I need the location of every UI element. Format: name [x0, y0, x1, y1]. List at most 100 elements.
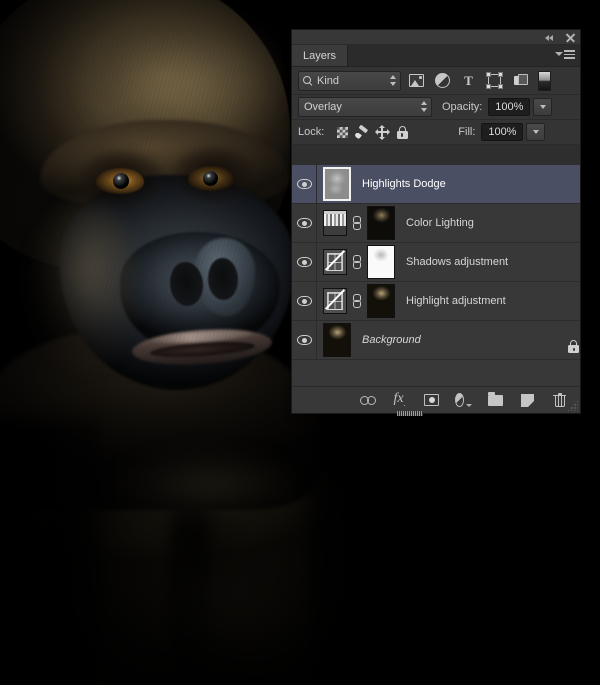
adjustment-thumbnail[interactable] — [323, 210, 347, 236]
link-icon — [359, 395, 376, 405]
delete-layer-button[interactable] — [551, 392, 568, 409]
shape-bounds-icon — [486, 72, 503, 89]
move-arrows-icon — [374, 124, 390, 140]
lock-icon — [396, 125, 408, 139]
fx-icon: fx. — [393, 391, 406, 408]
layer-row-background[interactable]: Background — [292, 321, 580, 360]
panel-titlebar — [292, 30, 580, 45]
layer-name-label[interactable]: Shadows adjustment — [406, 256, 508, 268]
chevron-down-icon — [466, 403, 472, 407]
new-layer-button[interactable] — [519, 392, 536, 409]
layer-mask-thumbnail[interactable] — [367, 206, 395, 240]
filter-adjustment-layers[interactable] — [432, 71, 453, 91]
layer-mask-thumbnail[interactable] — [367, 245, 395, 279]
panel-menu-lines-icon — [564, 50, 575, 61]
new-layer-icon — [521, 393, 534, 407]
layer-name-label[interactable]: Background — [362, 334, 421, 346]
filter-kind-label: Kind — [317, 74, 340, 87]
layer-visibility-toggle[interactable] — [292, 165, 317, 203]
layer-visibility-toggle[interactable] — [292, 282, 317, 320]
adjustment-thumbnail[interactable] — [323, 288, 347, 314]
fill-slider-dropdown[interactable] — [526, 123, 546, 141]
adjustment-thumbnail[interactable] — [323, 249, 347, 275]
opacity-input[interactable]: 100% — [488, 98, 531, 116]
panel-tab-row: Layers — [292, 45, 580, 67]
fill-label: Fill: — [458, 126, 476, 138]
layer-mask-thumbnail[interactable] — [367, 284, 395, 318]
eye-icon — [296, 296, 312, 306]
adjustment-circle-icon — [455, 393, 464, 407]
filter-enable-toggle[interactable] — [538, 70, 551, 91]
eye-icon — [296, 335, 312, 345]
filter-pixel-layers[interactable] — [406, 71, 427, 91]
layers-panel-footer: fx. — [292, 386, 580, 416]
blend-mode-value: Overlay — [304, 101, 342, 113]
chevron-updown-icon — [420, 101, 427, 113]
opacity-label: Opacity: — [442, 101, 483, 113]
filter-type-layers[interactable]: T — [458, 71, 479, 91]
layer-visibility-toggle[interactable] — [292, 204, 317, 242]
layer-name-label[interactable]: Highlights Dodge — [362, 178, 446, 190]
type-t-icon: T — [464, 73, 473, 88]
checkerboard-icon — [336, 126, 348, 138]
trash-icon — [553, 393, 566, 407]
mask-icon — [424, 394, 439, 406]
fill-input[interactable]: 100% — [481, 123, 524, 141]
panel-resize-handle[interactable] — [397, 411, 423, 416]
link-layers-button[interactable] — [359, 392, 376, 409]
curves-icon — [324, 250, 346, 274]
lock-image-pixels[interactable] — [352, 123, 372, 141]
adjustment-circle-icon — [435, 73, 450, 88]
mask-link-icon[interactable] — [352, 216, 362, 230]
chevron-updown-icon — [389, 74, 396, 87]
layer-visibility-toggle[interactable] — [292, 321, 317, 359]
blend-mode-row: Overlay Opacity: 100% — [292, 95, 580, 120]
mask-link-icon[interactable] — [352, 255, 362, 269]
layer-name-label[interactable]: Color Lighting — [406, 217, 474, 229]
new-adjustment-layer-button[interactable] — [455, 392, 472, 409]
eye-icon — [296, 257, 312, 267]
gradient-map-icon — [324, 211, 346, 235]
magnifier-icon — [303, 75, 313, 86]
blend-mode-select[interactable]: Overlay — [298, 97, 432, 117]
panel-menu-icon[interactable] — [555, 49, 575, 62]
brush-icon — [355, 126, 369, 139]
lock-transparent-pixels[interactable] — [332, 123, 352, 141]
layer-styles-button[interactable]: fx. — [391, 392, 408, 409]
eye-icon — [296, 218, 312, 228]
application-window: Layers Kind T Overlay Opacity: 100% Lock… — [0, 0, 600, 685]
layer-filter-row: Kind T — [292, 67, 580, 95]
panel-menu-triangle-icon — [555, 52, 563, 56]
lock-all[interactable] — [392, 123, 412, 141]
eye-icon — [296, 179, 312, 189]
filter-shape-layers[interactable] — [484, 71, 505, 91]
lock-label: Lock: — [298, 126, 325, 138]
curves-icon — [324, 289, 346, 313]
layer-visibility-toggle[interactable] — [292, 243, 317, 281]
layers-panel: Layers Kind T Overlay Opacity: 100% Lock… — [292, 30, 580, 416]
resize-grip-icon[interactable] — [567, 400, 578, 411]
mask-link-icon[interactable] — [352, 294, 362, 308]
close-icon[interactable] — [565, 32, 576, 43]
layer-row-highlights-dodge[interactable]: Highlights Dodge — [292, 165, 580, 204]
tab-layers[interactable]: Layers — [292, 45, 349, 66]
collapse-double-arrow-icon[interactable] — [545, 32, 556, 43]
filter-smart-objects[interactable] — [510, 71, 531, 91]
layer-thumbnail[interactable] — [323, 167, 351, 201]
layer-thumbnail[interactable] — [323, 323, 351, 357]
layer-name-label[interactable]: Highlight adjustment — [406, 295, 506, 307]
opacity-slider-dropdown[interactable] — [533, 98, 553, 116]
lock-position[interactable] — [372, 123, 392, 141]
lock-row: Lock: Fill: 100% — [292, 120, 580, 145]
layer-row-highlight-adjustment[interactable]: Highlight adjustment — [292, 282, 580, 321]
filter-kind-select[interactable]: Kind — [298, 70, 401, 91]
layer-row-shadows-adjustment[interactable]: Shadows adjustment — [292, 243, 580, 282]
add-layer-mask-button[interactable] — [423, 392, 440, 409]
folder-icon — [488, 391, 503, 406]
smart-object-icon — [514, 74, 528, 87]
new-group-button[interactable] — [487, 391, 504, 409]
tab-layers-label: Layers — [303, 49, 337, 62]
layer-list[interactable]: Highlights Dodge Color Lighting Shadows … — [292, 165, 580, 387]
layer-row-color-lighting[interactable]: Color Lighting — [292, 204, 580, 243]
image-icon — [409, 74, 424, 87]
